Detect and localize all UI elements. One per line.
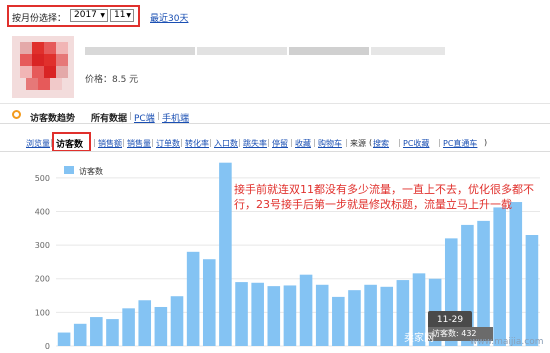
metric-tab-pageviews[interactable]: 浏览量: [26, 138, 50, 149]
chevron-down-icon: ▼: [126, 12, 131, 19]
chart-bar: [267, 286, 281, 346]
legend-label: 访客数: [79, 166, 103, 176]
chart-bar: [315, 284, 329, 346]
chart-bar: [57, 332, 71, 346]
y-tick-label: 500: [35, 174, 50, 183]
month-select[interactable]: 11 ▼: [110, 9, 134, 22]
metric-tab-underline: [0, 151, 550, 152]
y-tick-label: 300: [35, 241, 50, 250]
chevron-down-icon: ▼: [100, 12, 105, 19]
chart-bar: [122, 308, 135, 346]
metric-tab-stay[interactable]: 停留: [272, 138, 288, 149]
watermark-logo: 卖家网: [404, 333, 434, 344]
tab-underline: [0, 123, 550, 124]
metric-tab-sales-volume[interactable]: 销售量: [127, 138, 151, 149]
paren-open: (: [369, 138, 373, 147]
metric-tab-entries[interactable]: 入口数: [214, 138, 238, 149]
chart-bar: [202, 259, 216, 346]
month-filter-label: 按月份选择：: [12, 14, 67, 24]
chart-bar: [90, 317, 103, 346]
separator: |: [129, 111, 132, 120]
y-tick-label: 0: [45, 342, 50, 351]
separator: |: [290, 138, 293, 147]
metric-tab-bounce[interactable]: 跳失率: [243, 138, 267, 149]
metric-tab-cart[interactable]: 购物车: [318, 138, 342, 149]
paren-close: ): [484, 138, 488, 147]
separator: |: [93, 138, 96, 147]
annotation-text: 接手前就连双11都没有多少流量，一直上不去，优化很多都不行，23号接手后第一步就…: [234, 183, 534, 211]
metric-tab-conversion[interactable]: 转化率: [185, 138, 209, 149]
chart-bar: [348, 290, 361, 346]
year-select-value: 2017: [74, 10, 97, 20]
separator: |: [398, 138, 401, 147]
chart-bar: [493, 207, 506, 346]
recent-30-days-link[interactable]: 最近30天: [150, 11, 188, 24]
separator: |: [151, 138, 154, 147]
chart-bar: [332, 296, 345, 346]
chart-bar: [106, 319, 119, 346]
chart-bar: [154, 306, 168, 346]
separator: |: [238, 138, 241, 147]
y-tick-label: 400: [35, 207, 50, 216]
year-select[interactable]: 2017 ▼: [70, 9, 108, 22]
source-label: 来源: [350, 139, 366, 148]
chart-bar: [219, 162, 232, 346]
chart-bar: [235, 282, 248, 346]
separator: |: [313, 138, 316, 147]
y-tick-label: 200: [35, 275, 50, 284]
chart-bar: [525, 235, 539, 346]
separator: |: [122, 138, 125, 147]
watermark-site: www.maijia.com: [470, 337, 544, 347]
product-title-blurred: [85, 46, 445, 56]
chart-bar: [299, 274, 313, 346]
product-thumbnail[interactable]: [12, 36, 74, 98]
chart-bar: [251, 282, 264, 346]
chart-bar: [509, 202, 523, 346]
chart-bar: [364, 284, 377, 346]
separator: |: [209, 138, 212, 147]
separator: |: [345, 138, 348, 147]
separator: |: [438, 138, 441, 147]
divider: [0, 103, 550, 104]
y-tick-label: 100: [35, 308, 50, 317]
circle-icon: [12, 110, 21, 119]
separator: |: [267, 138, 270, 147]
chart-bar: [380, 286, 394, 346]
chart-bar: [138, 300, 152, 346]
metric-tab-sales-amount[interactable]: 销售额: [98, 138, 122, 149]
chart-bar: [73, 323, 87, 346]
source-pc-ztc[interactable]: PC直通车: [443, 138, 477, 149]
separator: |: [157, 111, 160, 120]
chart-bar: [283, 285, 297, 346]
separator: |: [180, 138, 183, 147]
chart-bar: [170, 296, 184, 346]
legend-swatch: [64, 166, 74, 174]
metric-tab-visitors[interactable]: 访客数: [56, 137, 83, 150]
metric-tab-favorites[interactable]: 收藏: [295, 138, 311, 149]
chart-bar: [186, 251, 200, 346]
source-pc-favorites[interactable]: PC收藏: [403, 138, 429, 149]
metric-tab-orders[interactable]: 订单数: [156, 138, 180, 149]
month-select-value: 11: [114, 10, 126, 20]
source-search[interactable]: 搜索: [373, 138, 389, 149]
product-price: 价格：8.5 元: [85, 75, 139, 85]
